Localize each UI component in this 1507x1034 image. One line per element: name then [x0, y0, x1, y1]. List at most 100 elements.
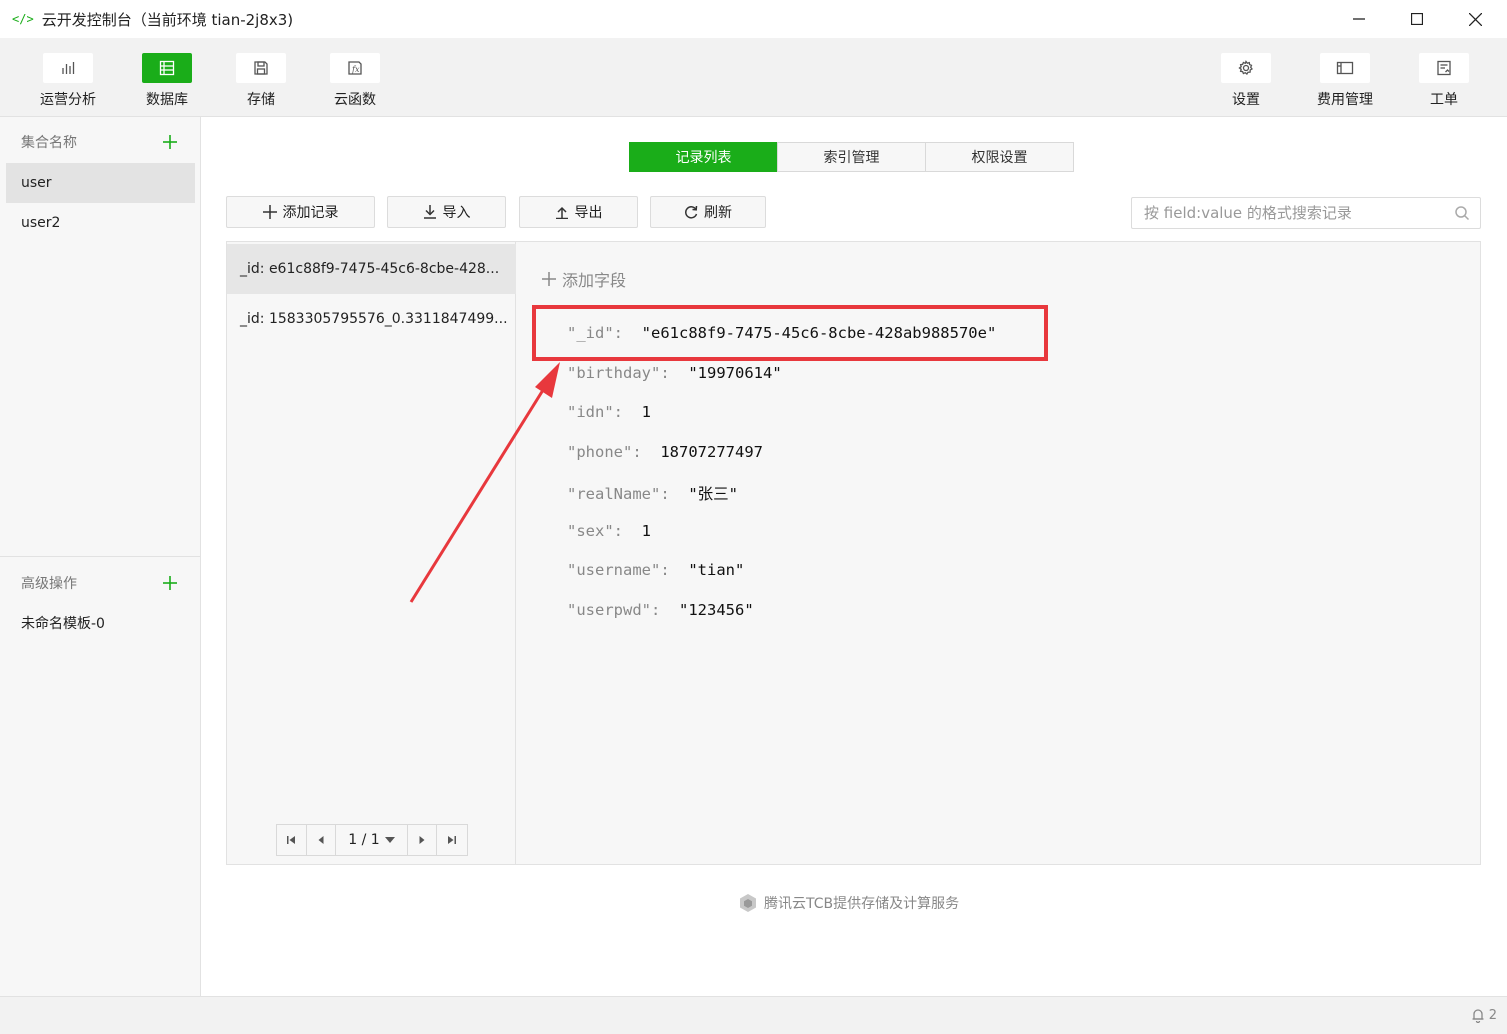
tab-permission-settings[interactable]: 权限设置 — [925, 142, 1074, 172]
tencent-cloud-logo-icon — [740, 894, 756, 912]
page-select[interactable]: 1 / 1 — [336, 825, 408, 855]
toolbar-settings-label: 设置 — [1232, 92, 1260, 108]
plus-icon — [542, 272, 556, 286]
field-key: "phone" — [567, 443, 633, 461]
collection-item-user[interactable]: user — [6, 163, 195, 203]
plus-icon — [163, 576, 177, 590]
footer-brand-text: 腾讯云TCB提供存储及计算服务 — [764, 896, 960, 912]
refresh-button[interactable]: 刷新 — [650, 196, 766, 228]
toolbar-ticket[interactable]: 工单 — [1404, 53, 1484, 109]
bell-icon — [1472, 1009, 1484, 1023]
svg-text:fx: fx — [351, 65, 360, 74]
refresh-label: 刷新 — [704, 205, 732, 221]
minimize-button[interactable] — [1330, 0, 1388, 38]
notification-count: 2 — [1488, 1007, 1497, 1023]
next-page-icon — [419, 836, 425, 844]
export-label: 导出 — [574, 205, 603, 221]
ticket-icon — [1437, 60, 1451, 76]
close-button[interactable] — [1446, 0, 1504, 38]
import-button[interactable]: 导入 — [387, 196, 506, 228]
sidebar: 集合名称 user user2 高级操作 未命名模板-0 — [0, 117, 201, 996]
field-value: "张三" — [688, 485, 738, 503]
field-row-userpwd[interactable]: "userpwd": "123456" — [567, 601, 754, 619]
field-row-birthday[interactable]: "birthday": "19970614" — [567, 364, 782, 382]
field-value: "tian" — [688, 561, 745, 579]
maximize-icon — [1411, 13, 1423, 25]
add-collection-button[interactable] — [160, 132, 180, 152]
toolbar-analytics[interactable]: 运营分析 — [28, 53, 108, 109]
footer-brand: 腾讯云TCB提供存储及计算服务 — [738, 893, 959, 913]
refresh-icon — [685, 205, 698, 219]
notifications-button[interactable]: 2 — [1471, 1007, 1497, 1023]
plus-icon — [163, 135, 177, 149]
toolbar-ticket-label: 工单 — [1430, 92, 1458, 108]
advanced-title: 高级操作 — [21, 576, 77, 592]
record-search — [1131, 197, 1481, 229]
field-row-phone[interactable]: "phone": 18707277497 — [567, 443, 763, 461]
field-row-username[interactable]: "username": "tian" — [567, 561, 744, 579]
field-value: 1 — [641, 522, 652, 540]
tab-index-management[interactable]: 索引管理 — [777, 142, 926, 172]
sidebar-divider — [0, 556, 200, 557]
toolbar-functions-label: 云函数 — [334, 92, 376, 108]
collections-title: 集合名称 — [21, 135, 77, 151]
add-field-button[interactable]: 添加字段 — [542, 267, 626, 291]
gear-icon — [1238, 60, 1253, 75]
field-key: "idn" — [567, 403, 614, 421]
tab-record-list[interactable]: 记录列表 — [629, 142, 778, 172]
plus-icon — [262, 205, 277, 219]
export-button[interactable]: 导出 — [519, 196, 638, 228]
highlight-box — [532, 305, 1048, 361]
toolbar-database[interactable]: 数据库 — [127, 53, 207, 109]
toolbar-functions[interactable]: fx 云函数 — [315, 53, 395, 109]
field-key: "birthday" — [567, 364, 661, 382]
collection-item-user2[interactable]: user2 — [6, 203, 195, 243]
database-icon — [159, 60, 175, 76]
advanced-header: 高级操作 — [0, 563, 200, 603]
toolbar-billing-label: 费用管理 — [1317, 92, 1373, 108]
toolbar-billing[interactable]: 费用管理 — [1305, 53, 1385, 109]
toolbar-analytics-label: 运营分析 — [40, 92, 96, 108]
toolbar-settings[interactable]: 设置 — [1206, 53, 1286, 109]
bar-chart-icon — [62, 62, 75, 74]
field-row-realname[interactable]: "realName": "张三" — [567, 482, 738, 504]
collections-header: 集合名称 — [0, 122, 200, 162]
title-bar: </> 云开发控制台（当前环境 tian-2j8x3) — [0, 0, 1507, 38]
upload-icon — [555, 206, 568, 219]
search-icon[interactable] — [1454, 205, 1470, 225]
main-tabs: 记录列表 索引管理 权限设置 — [629, 142, 1074, 172]
status-bar: 2 — [0, 996, 1507, 1034]
toolbar-storage-label: 存储 — [247, 92, 275, 108]
function-icon: fx — [348, 61, 362, 75]
record-search-input[interactable] — [1144, 198, 1444, 228]
add-template-button[interactable] — [160, 573, 180, 593]
import-label: 导入 — [442, 205, 471, 221]
field-value: "19970614" — [688, 364, 782, 382]
advanced-item-template[interactable]: 未命名模板-0 — [6, 603, 195, 643]
prev-page-icon — [318, 836, 324, 844]
save-icon — [254, 61, 268, 75]
close-icon — [1468, 12, 1482, 26]
field-value: 18707277497 — [660, 443, 763, 461]
toolbar-storage[interactable]: 存储 — [221, 53, 301, 109]
next-page-button[interactable] — [408, 825, 438, 855]
minimize-icon — [1353, 18, 1365, 20]
prev-page-button[interactable] — [307, 825, 337, 855]
field-row-idn[interactable]: "idn": 1 — [567, 403, 651, 421]
first-page-button[interactable] — [277, 825, 307, 855]
chevron-down-icon — [384, 837, 395, 843]
field-value: "123456" — [679, 601, 754, 619]
field-row-sex[interactable]: "sex": 1 — [567, 522, 651, 540]
record-item[interactable]: _id: e61c88f9-7475-45c6-8cbe-428... — [227, 244, 516, 294]
billing-icon — [1336, 61, 1354, 75]
last-page-button[interactable] — [437, 825, 467, 855]
window-title: 云开发控制台（当前环境 tian-2j8x3) — [41, 10, 294, 29]
record-item[interactable]: _id: 1583305795576_0.3311847499... — [227, 294, 516, 344]
add-record-button[interactable]: 添加记录 — [226, 196, 375, 228]
record-list: _id: e61c88f9-7475-45c6-8cbe-428... _id:… — [227, 242, 516, 864]
pagination: 1 / 1 — [276, 824, 468, 856]
download-icon — [423, 205, 436, 219]
field-key: "realName" — [567, 485, 661, 503]
page-indicator: 1 / 1 — [348, 832, 380, 848]
maximize-button[interactable] — [1388, 0, 1446, 38]
